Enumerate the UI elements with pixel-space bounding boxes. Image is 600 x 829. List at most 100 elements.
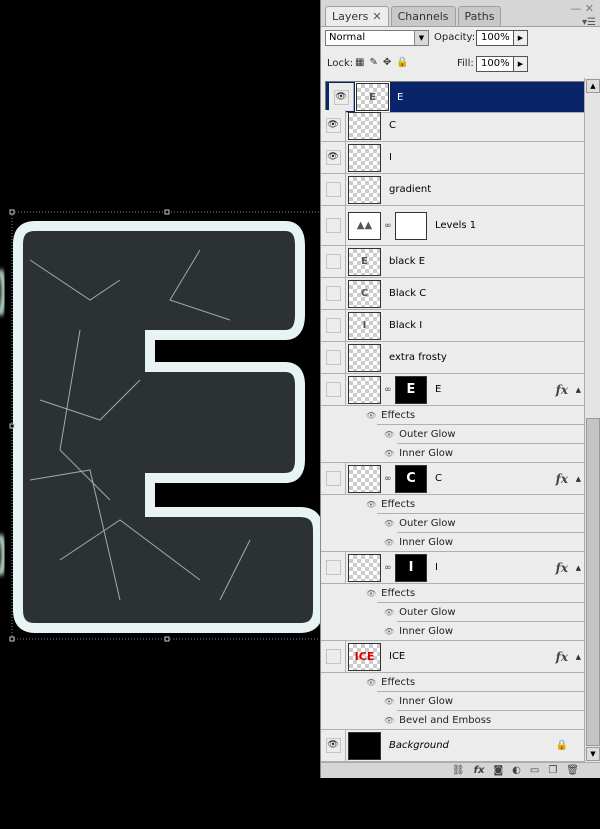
document-canvas[interactable]	[0, 0, 320, 829]
add-mask-icon[interactable]: ◙	[493, 765, 503, 776]
layer-visibility-toggle[interactable]	[321, 246, 346, 277]
lock-pixels-brush-icon[interactable]: ✎	[369, 57, 377, 68]
eye-icon[interactable]	[325, 471, 341, 486]
minimize-close-icons[interactable]: — ✕	[570, 2, 594, 15]
layer-effect-item[interactable]: 👁 Effects	[321, 495, 584, 514]
eye-icon[interactable]	[325, 382, 341, 397]
fill-input[interactable]: 100% ▶	[476, 56, 528, 72]
layer-visibility-toggle[interactable]	[321, 342, 346, 373]
lock-position-move-icon[interactable]: ✥	[383, 57, 391, 68]
layer-row[interactable]: ∞ E Efx ▲	[321, 374, 584, 406]
layer-effect-item[interactable]: 👁 Outer Glow	[321, 425, 584, 444]
layer-visibility-toggle[interactable]	[321, 552, 346, 583]
effect-visibility-eye-icon[interactable]: 👁	[384, 430, 394, 439]
lock-transparency-icon[interactable]: ▦	[355, 57, 364, 68]
layer-fx-icon[interactable]: fx	[556, 561, 568, 575]
effect-visibility-eye-icon[interactable]: 👁	[366, 411, 376, 420]
layer-effect-item[interactable]: 👁 Outer Glow	[321, 603, 584, 622]
blend-mode-select[interactable]: Normal ▼	[325, 30, 429, 46]
layer-row[interactable]: ∞ I Ifx ▲	[321, 552, 584, 584]
layer-effect-item[interactable]: 👁 Outer Glow	[321, 514, 584, 533]
layer-row[interactable]: ▲▲ ∞ Levels 1	[321, 206, 584, 246]
effect-visibility-eye-icon[interactable]: 👁	[366, 500, 376, 509]
eye-icon[interactable]	[325, 254, 341, 269]
eye-icon[interactable]: 👁	[333, 89, 349, 105]
layer-effect-item[interactable]: 👁 Inner Glow	[321, 533, 584, 552]
layer-visibility-toggle[interactable]	[321, 641, 346, 672]
expand-effects-icon[interactable]: ▲	[576, 653, 581, 661]
layers-scrollbar[interactable]: ▲ ▼	[584, 78, 600, 762]
layer-visibility-toggle[interactable]	[321, 206, 346, 245]
eye-icon[interactable]: 👁	[325, 738, 341, 753]
tab-paths[interactable]: Paths	[457, 6, 502, 26]
effect-visibility-eye-icon[interactable]: 👁	[384, 449, 394, 458]
layer-effect-item[interactable]: 👁 Inner Glow	[321, 622, 584, 641]
tab-layers[interactable]: Layers ✕	[325, 6, 389, 26]
layer-visibility-toggle[interactable]	[321, 463, 346, 494]
layer-fx-icon[interactable]: fx	[556, 472, 568, 486]
adjustment-layer-icon[interactable]: ◐	[512, 765, 521, 776]
eye-icon[interactable]	[325, 218, 341, 233]
eye-icon[interactable]	[325, 318, 341, 333]
layer-mask-thumbnail[interactable]	[395, 211, 427, 240]
eye-icon[interactable]: 👁	[325, 118, 341, 133]
scroll-up-icon[interactable]: ▲	[586, 79, 600, 93]
delete-layer-trash-icon[interactable]: 🗑	[566, 765, 579, 776]
layer-visibility-toggle[interactable]	[321, 374, 346, 405]
layer-effect-item[interactable]: 👁 Bevel and Emboss	[321, 711, 584, 730]
layer-visibility-toggle[interactable]: 👁	[321, 110, 346, 141]
layer-row[interactable]: 👁 E E	[325, 81, 584, 113]
opacity-input[interactable]: 100% ▶	[476, 30, 528, 46]
layer-effect-item[interactable]: 👁 Effects	[321, 584, 584, 603]
layer-row[interactable]: 👁 Background 🔒	[321, 730, 584, 762]
layer-visibility-toggle[interactable]: 👁	[329, 83, 354, 111]
effect-visibility-eye-icon[interactable]: 👁	[384, 608, 394, 617]
layer-effect-item[interactable]: 👁 Effects	[321, 406, 584, 425]
layer-row[interactable]: gradient	[321, 174, 584, 206]
layer-fx-icon[interactable]: fx	[556, 383, 568, 397]
eye-icon[interactable]	[325, 560, 341, 575]
layer-fx-icon[interactable]: fx	[556, 650, 568, 664]
eye-icon[interactable]	[325, 182, 341, 197]
new-layer-icon[interactable]: ❐	[548, 765, 557, 776]
effect-visibility-eye-icon[interactable]: 👁	[366, 678, 376, 687]
layer-row[interactable]: I Black I	[321, 310, 584, 342]
expand-effects-icon[interactable]: ▲	[576, 475, 581, 483]
effect-visibility-eye-icon[interactable]: 👁	[384, 627, 394, 636]
lock-all-icon[interactable]: 🔒	[396, 57, 408, 68]
eye-icon[interactable]	[325, 350, 341, 365]
layer-visibility-toggle[interactable]	[321, 278, 346, 309]
layer-row[interactable]: 👁 I	[321, 142, 584, 174]
layer-effect-item[interactable]: 👁 Inner Glow	[321, 692, 584, 711]
effect-visibility-eye-icon[interactable]: 👁	[384, 538, 394, 547]
layer-row[interactable]: extra frosty	[321, 342, 584, 374]
link-layers-icon[interactable]: ⛓	[452, 765, 465, 776]
layer-visibility-toggle[interactable]: 👁	[321, 142, 346, 173]
new-group-folder-icon[interactable]: ▭	[530, 765, 539, 776]
layer-row[interactable]: ICE ICE fx ▲	[321, 641, 584, 673]
add-layer-style-fx-icon[interactable]: fx	[474, 765, 485, 776]
effect-visibility-eye-icon[interactable]: 👁	[384, 697, 394, 706]
scroll-down-icon[interactable]: ▼	[586, 747, 600, 761]
effect-visibility-eye-icon[interactable]: 👁	[384, 519, 394, 528]
eye-icon[interactable]: 👁	[325, 150, 341, 165]
layer-mask-thumbnail[interactable]: I	[395, 553, 427, 582]
layer-effect-item[interactable]: 👁 Inner Glow	[321, 444, 584, 463]
close-tab-icon[interactable]: ✕	[372, 10, 381, 23]
link-chain-icon[interactable]: ∞	[384, 221, 392, 231]
fill-slider-arrow[interactable]: ▶	[513, 57, 527, 71]
expand-effects-icon[interactable]: ▲	[576, 386, 581, 394]
link-chain-icon[interactable]: ∞	[384, 385, 392, 395]
layer-row[interactable]: Eblack E	[321, 246, 584, 278]
link-chain-icon[interactable]: ∞	[384, 563, 392, 573]
layer-row[interactable]: 👁 C	[321, 110, 584, 142]
tab-channels[interactable]: Channels	[390, 6, 456, 26]
layer-visibility-toggle[interactable]: 👁	[321, 730, 346, 761]
effect-visibility-eye-icon[interactable]: 👁	[384, 716, 394, 725]
layer-visibility-toggle[interactable]	[321, 174, 346, 205]
layer-effect-item[interactable]: 👁 Effects	[321, 673, 584, 692]
layer-row[interactable]: C Black C	[321, 278, 584, 310]
eye-icon[interactable]	[325, 649, 341, 664]
opacity-slider-arrow[interactable]: ▶	[513, 31, 527, 45]
scroll-thumb[interactable]	[586, 418, 600, 746]
